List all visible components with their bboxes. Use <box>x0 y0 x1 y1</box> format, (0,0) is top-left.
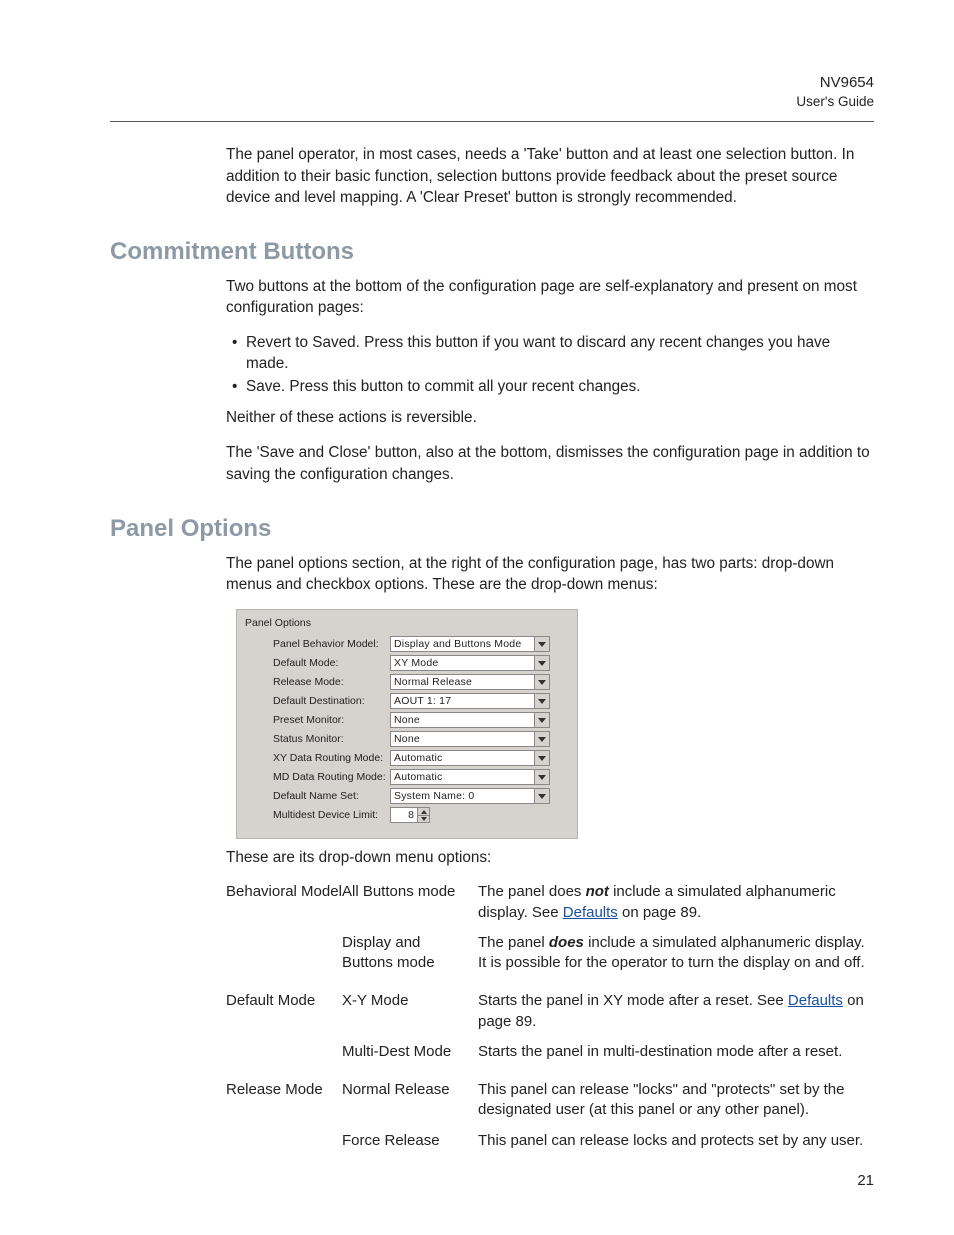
po-select-xy-routing[interactable]: Automatic <box>390 750 550 766</box>
commitment-p2: Neither of these actions is reversible. <box>226 407 874 428</box>
panel-options-box: Panel Options Panel Behavior Model: Disp… <box>236 609 578 839</box>
commitment-bullets: Revert to Saved. Press this button if yo… <box>226 332 874 397</box>
chevron-down-icon <box>534 751 549 765</box>
po-label-behavior: Panel Behavior Model: <box>245 638 390 652</box>
opt-value-label: Display and Buttons mode <box>342 933 478 974</box>
po-label-status-monitor: Status Monitor: <box>245 733 390 747</box>
opt-desc: This panel can release "locks" and "prot… <box>478 1080 874 1121</box>
po-label-default-mode: Default Mode: <box>245 657 390 671</box>
header-rule <box>110 121 874 122</box>
po-select-md-routing[interactable]: Automatic <box>390 769 550 785</box>
chevron-down-icon <box>418 816 429 823</box>
po-select-behavior[interactable]: Display and Buttons Mode <box>390 636 550 652</box>
list-item: Revert to Saved. Press this button if yo… <box>226 332 874 374</box>
po-select-default-dest[interactable]: AOUT 1: 17 <box>390 693 550 709</box>
po-select-release-mode[interactable]: Normal Release <box>390 674 550 690</box>
defaults-link[interactable]: Defaults <box>563 904 618 921</box>
po-select-status-monitor[interactable]: None <box>390 731 550 747</box>
opt-value-label: X-Y Mode <box>342 991 478 1032</box>
po-select-default-nameset[interactable]: System Name: 0 <box>390 788 550 804</box>
opt-value-label: All Buttons mode <box>342 882 478 923</box>
opt-desc: The panel does include a simulated alpha… <box>478 933 874 974</box>
chevron-down-icon <box>534 770 549 784</box>
po-select-default-mode[interactable]: XY Mode <box>390 655 550 671</box>
intro-paragraph: The panel operator, in most cases, needs… <box>226 144 874 207</box>
opt-group-label: Behavioral Model <box>226 882 342 973</box>
chevron-down-icon <box>534 637 549 651</box>
po-label-xy-routing: XY Data Routing Mode: <box>245 752 390 766</box>
doc-subtitle: User's Guide <box>110 93 874 111</box>
options-table: Behavioral Model All Buttons mode The pa… <box>226 882 874 1151</box>
po-select-preset-monitor[interactable]: None <box>390 712 550 728</box>
opt-group-label: Default Mode <box>226 991 342 1062</box>
chevron-down-icon <box>534 732 549 746</box>
po-label-preset-monitor: Preset Monitor: <box>245 714 390 728</box>
commitment-p3: The 'Save and Close' button, also at the… <box>226 442 874 484</box>
panel-options-after: These are its drop-down menu options: <box>226 847 874 868</box>
po-label-md-routing: MD Data Routing Mode: <box>245 771 390 785</box>
po-label-multidest: Multidest Device Limit: <box>245 809 390 823</box>
opt-desc: The panel does not include a simulated a… <box>478 882 874 923</box>
chevron-down-icon <box>534 789 549 803</box>
opt-desc: Starts the panel in multi-destination mo… <box>478 1042 874 1062</box>
commitment-heading: Commitment Buttons <box>110 238 874 266</box>
chevron-down-icon <box>534 694 549 708</box>
opt-value-label: Force Release <box>342 1131 478 1151</box>
opt-value-label: Multi-Dest Mode <box>342 1042 478 1062</box>
chevron-down-icon <box>534 675 549 689</box>
po-label-default-nameset: Default Name Set: <box>245 790 390 804</box>
opt-desc: Starts the panel in XY mode after a rese… <box>478 991 874 1032</box>
doc-title: NV9654 <box>110 73 874 93</box>
commitment-p1: Two buttons at the bottom of the configu… <box>226 276 874 318</box>
page-number: 21 <box>857 1172 874 1189</box>
chevron-down-icon <box>534 713 549 727</box>
panel-options-box-title: Panel Options <box>245 616 569 630</box>
list-item: Save. Press this button to commit all yo… <box>226 376 874 397</box>
defaults-link[interactable]: Defaults <box>788 992 843 1009</box>
po-label-release-mode: Release Mode: <box>245 676 390 690</box>
panel-options-intro: The panel options section, at the right … <box>226 553 874 595</box>
opt-desc: This panel can release locks and protect… <box>478 1131 874 1151</box>
chevron-down-icon <box>534 656 549 670</box>
opt-group-label: Release Mode <box>226 1080 342 1151</box>
po-label-default-dest: Default Destination: <box>245 695 390 709</box>
po-spin-multidest[interactable]: 8 <box>390 807 430 823</box>
chevron-up-icon <box>418 808 429 816</box>
opt-value-label: Normal Release <box>342 1080 478 1121</box>
panel-options-heading: Panel Options <box>110 515 874 543</box>
